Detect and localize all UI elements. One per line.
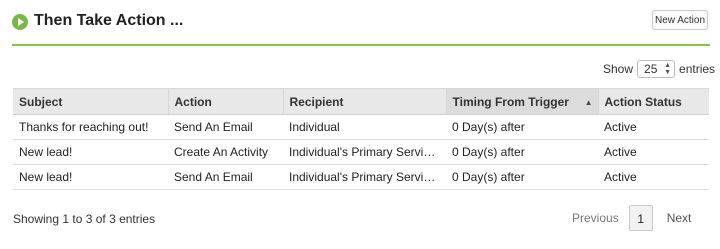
previous-page-button[interactable]: Previous <box>572 211 619 225</box>
entries-per-page-select[interactable]: 25 ▲ ▼ <box>637 60 676 78</box>
page-1-button[interactable]: 1 <box>628 205 653 231</box>
show-label: Show <box>603 62 634 76</box>
column-header-status[interactable]: Action Status <box>598 88 709 115</box>
table-info: Showing 1 to 3 of 3 entries <box>13 212 156 226</box>
column-header-recipient[interactable]: Recipient <box>283 88 447 115</box>
new-action-button[interactable]: New Action <box>652 10 708 30</box>
section-header: Then Take Action ... New Action <box>0 0 720 46</box>
entries-label: entries <box>679 62 716 76</box>
status-cell: Active <box>598 164 709 190</box>
timing-cell: 0 Day(s) after <box>446 114 598 140</box>
action-cell: Send An Email <box>168 164 283 190</box>
table-header-row: Subject Action Recipient Timing From Tri… <box>13 88 709 115</box>
sort-ascending-icon: ▲ <box>584 98 593 107</box>
select-arrows-icon: ▲ ▼ <box>664 62 672 76</box>
actions-table: Subject Action Recipient Timing From Tri… <box>13 88 709 190</box>
column-header-action[interactable]: Action <box>168 88 284 115</box>
page-length-control: Show 25 ▲ ▼ entries <box>603 59 715 79</box>
subject-link[interactable]: New lead! <box>13 164 168 190</box>
play-circle-icon <box>12 14 28 30</box>
action-cell: Create An Activity <box>168 139 283 165</box>
pagination: Previous 1 Next <box>572 205 691 231</box>
column-header-subject[interactable]: Subject <box>13 88 169 115</box>
timing-cell: 0 Day(s) after <box>446 164 598 190</box>
recipient-cell: Individual's Primary Service Rep <box>283 139 446 165</box>
column-header-timing-label: Timing From Trigger <box>452 94 569 109</box>
recipient-cell: Individual's Primary Service Rep <box>283 164 446 190</box>
table-row: New lead! Create An Activity Individual'… <box>13 139 709 165</box>
table-row: New lead! Send An Email Individual's Pri… <box>13 164 709 190</box>
recipient-cell: Individual <box>283 114 446 140</box>
page-title: Then Take Action ... <box>34 12 184 29</box>
column-header-timing[interactable]: Timing From Trigger ▲ <box>446 88 599 115</box>
status-cell: Active <box>598 139 709 165</box>
subject-link[interactable]: New lead! <box>13 139 168 165</box>
table-row: Thanks for reaching out! Send An Email I… <box>13 114 709 140</box>
status-cell: Active <box>598 114 709 140</box>
entries-per-page-value: 25 <box>644 62 658 76</box>
next-page-button[interactable]: Next <box>667 211 692 225</box>
timing-cell: 0 Day(s) after <box>446 139 598 165</box>
action-cell: Send An Email <box>168 114 283 140</box>
header-divider <box>12 44 710 46</box>
subject-link[interactable]: Thanks for reaching out! <box>13 114 168 140</box>
